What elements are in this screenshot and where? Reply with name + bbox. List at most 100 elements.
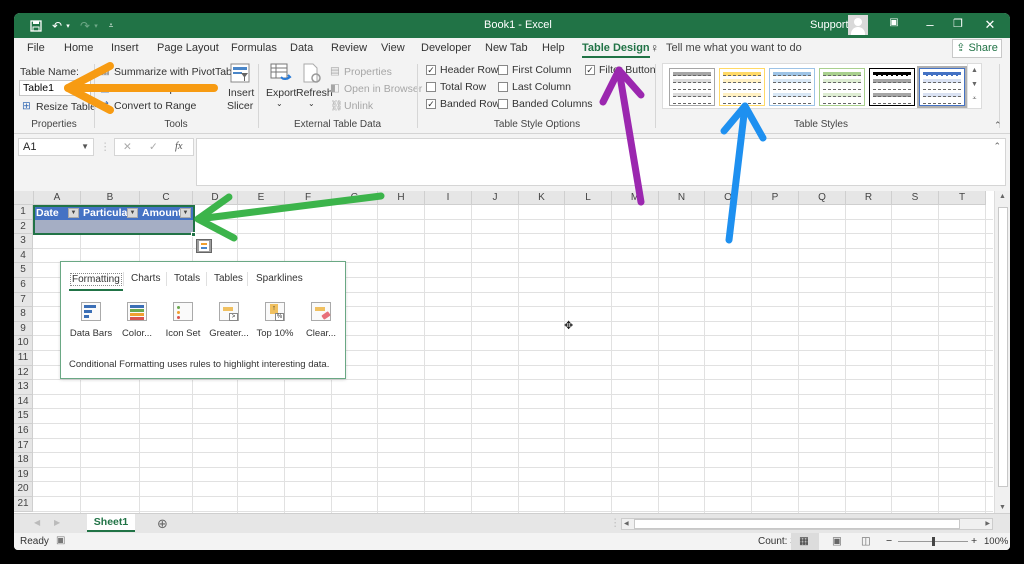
ribbon-display-options-icon[interactable]: ▣: [884, 17, 904, 28]
qa-item-icon-set[interactable]: Icon Set: [159, 302, 207, 339]
tab-view[interactable]: View: [381, 42, 405, 54]
page-break-view-icon[interactable]: ◫: [861, 535, 871, 547]
row-header-8[interactable]: 8: [14, 307, 33, 322]
row-header-19[interactable]: 19: [14, 467, 33, 483]
add-sheet-icon[interactable]: ⊕: [157, 516, 168, 532]
table-name-input[interactable]: [19, 80, 91, 96]
row-header-6[interactable]: 6: [14, 278, 33, 293]
macro-recording-icon[interactable]: ▣: [56, 535, 65, 546]
zoom-slider[interactable]: [898, 537, 968, 546]
qa-tab-charts[interactable]: Charts: [131, 273, 160, 284]
horizontal-scrollbar[interactable]: ◀ ▶: [621, 518, 993, 530]
row-header-13[interactable]: 13: [14, 380, 33, 395]
column-header-g[interactable]: G: [332, 191, 378, 205]
tab-help[interactable]: Help: [542, 42, 565, 54]
table-style-swatch-green[interactable]: [819, 68, 865, 106]
zoom-level[interactable]: 100%: [984, 536, 1008, 547]
user-name[interactable]: Support: [810, 19, 849, 31]
customize-qat-icon[interactable]: ⩡: [106, 17, 116, 34]
column-header-m[interactable]: M: [612, 191, 659, 205]
next-sheet-icon[interactable]: ▶: [54, 518, 60, 527]
column-header-a[interactable]: A: [34, 191, 81, 205]
qa-tab-tables[interactable]: Tables: [214, 273, 243, 284]
tab-new-tab[interactable]: New Tab: [485, 42, 528, 54]
qa-item-color-scale[interactable]: Color...: [113, 302, 161, 339]
row-header-21[interactable]: 21: [14, 497, 33, 512]
column-header-p[interactable]: P: [752, 191, 799, 205]
collapse-formula-bar-icon[interactable]: ⌃: [993, 141, 1001, 152]
worksheet-grid[interactable]: ABCDEFGHIJKLMNOPQRST 1 2 3 4 5 6 7 8 9 10 11 12 13 14…: [14, 191, 994, 513]
gallery-more-icon[interactable]: ⩡: [968, 92, 981, 106]
table-style-swatch-blue-medium[interactable]: [917, 66, 967, 108]
zoom-in-button[interactable]: +: [971, 535, 977, 547]
scroll-down-icon[interactable]: ▼: [999, 504, 1006, 511]
column-header-s[interactable]: S: [892, 191, 939, 205]
scroll-thumb[interactable]: [634, 519, 960, 529]
resize-handle[interactable]: [191, 232, 196, 237]
tab-table-design[interactable]: Table Design: [582, 42, 650, 58]
zoom-slider-thumb[interactable]: [932, 537, 935, 546]
sheet-tab-sheet1[interactable]: Sheet1: [87, 514, 135, 532]
checkbox[interactable]: ✓: [426, 99, 436, 109]
minimize-icon[interactable]: –: [920, 17, 940, 32]
column-header-b[interactable]: B: [81, 191, 140, 205]
scroll-right-icon[interactable]: ▶: [985, 520, 990, 527]
tab-page-layout[interactable]: Page Layout: [157, 42, 219, 54]
tab-formulas[interactable]: Formulas: [231, 42, 277, 54]
quick-analysis-button[interactable]: [196, 239, 212, 253]
insert-function-icon[interactable]: fx: [175, 141, 183, 152]
qa-tab-formatting[interactable]: Formatting: [69, 273, 123, 291]
cancel-icon[interactable]: ✕: [123, 141, 132, 153]
tell-me-search[interactable]: Tell me what you want to do: [666, 42, 802, 54]
scroll-thumb[interactable]: [998, 207, 1008, 487]
qa-tab-totals[interactable]: Totals: [174, 273, 200, 284]
row-header-14[interactable]: 14: [14, 394, 33, 410]
row-header-18[interactable]: 18: [14, 453, 33, 468]
collapse-ribbon-icon[interactable]: ⌃: [994, 120, 1002, 131]
column-header-h[interactable]: H: [378, 191, 425, 205]
formula-input[interactable]: ⌃: [196, 138, 1006, 186]
refresh-button[interactable]: Refresh ⌄: [296, 63, 333, 113]
tab-home[interactable]: Home: [64, 42, 93, 54]
qa-item-data-bars[interactable]: Data Bars: [67, 302, 115, 339]
drag-handle-icon[interactable]: ⋮: [100, 141, 111, 153]
normal-view-button[interactable]: ▦: [791, 533, 819, 550]
table-style-swatch-gold[interactable]: [719, 68, 765, 106]
name-box[interactable]: A1 ▼: [18, 138, 94, 156]
row-header-9[interactable]: 9: [14, 321, 33, 337]
row-header-2[interactable]: 2: [14, 219, 33, 235]
row-header-12[interactable]: 12: [14, 365, 33, 381]
gallery-scrollbar[interactable]: ▲ ▼ ⩡: [967, 64, 981, 108]
scroll-down-icon[interactable]: ▼: [968, 78, 981, 92]
qa-item-clear[interactable]: Clear...: [297, 302, 345, 339]
column-header-j[interactable]: J: [472, 191, 519, 205]
tab-file[interactable]: File: [27, 42, 45, 54]
export-button[interactable]: Export ⌄: [266, 63, 296, 113]
column-header-n[interactable]: N: [659, 191, 705, 205]
scroll-up-icon[interactable]: ▲: [999, 193, 1006, 200]
column-header-e[interactable]: E: [238, 191, 285, 205]
row-header-10[interactable]: 10: [14, 336, 33, 351]
column-header-t[interactable]: T: [939, 191, 986, 205]
share-button[interactable]: ⇪ Share: [952, 39, 1002, 58]
row-header-5[interactable]: 5: [14, 263, 33, 278]
qa-item-top-10[interactable]: ↑ % Top 10%: [251, 302, 299, 339]
save-icon[interactable]: [28, 17, 44, 34]
row-header-20[interactable]: 20: [14, 482, 33, 497]
column-header-f[interactable]: F: [285, 191, 332, 205]
scroll-up-icon[interactable]: ▲: [968, 64, 981, 78]
row-header-1[interactable]: 1: [14, 205, 33, 220]
column-header-q[interactable]: Q: [799, 191, 846, 205]
checkbox[interactable]: ✓: [585, 65, 595, 75]
select-all-corner[interactable]: [14, 191, 34, 205]
tab-insert[interactable]: Insert: [111, 42, 139, 54]
row-header-17[interactable]: 17: [14, 438, 33, 454]
close-icon[interactable]: ✕: [980, 17, 1000, 33]
avatar[interactable]: [848, 15, 868, 35]
table-style-swatch-blue[interactable]: [769, 68, 815, 106]
tab-developer[interactable]: Developer: [421, 42, 471, 54]
column-header-r[interactable]: R: [846, 191, 892, 205]
row-header-7[interactable]: 7: [14, 292, 33, 308]
restore-icon[interactable]: ❐: [948, 17, 968, 30]
vertical-scrollbar[interactable]: ▲ ▼: [994, 191, 1010, 513]
